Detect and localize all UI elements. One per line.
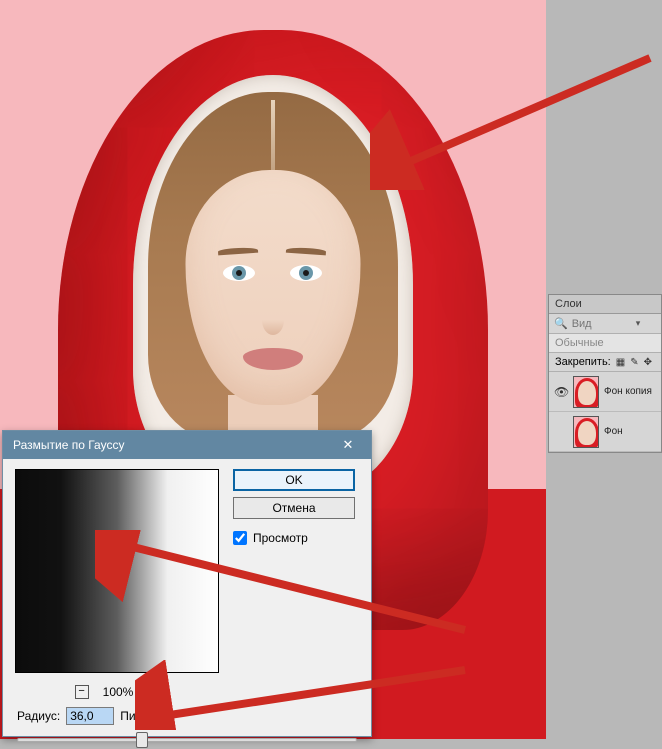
lock-brush-icon[interactable]: ✎	[630, 357, 638, 368]
ok-button[interactable]: OK	[233, 469, 355, 491]
image-nose	[262, 305, 284, 335]
search-icon: 🔍	[554, 317, 568, 330]
preview-checkbox-row[interactable]: Просмотр	[233, 531, 355, 545]
gaussian-blur-dialog: Размытие по Гауссу ✕ OK Отмена Просмотр …	[2, 430, 372, 737]
layer-row-fon-kopiya[interactable]: 👁 Фон копия	[549, 372, 661, 412]
image-eye-left	[223, 265, 255, 281]
layer-thumbnail[interactable]	[573, 376, 599, 408]
radius-slider[interactable]	[17, 731, 357, 749]
layer-name-label: Фон копия	[604, 386, 652, 397]
radius-input[interactable]	[66, 707, 114, 725]
blur-preview[interactable]	[15, 469, 219, 673]
layers-filter-input[interactable]	[572, 318, 632, 330]
dialog-titlebar[interactable]: Размытие по Гауссу ✕	[3, 431, 371, 459]
zoom-in-button[interactable]: +	[147, 685, 161, 699]
layer-name-label: Фон	[604, 426, 623, 437]
layer-thumbnail[interactable]	[573, 416, 599, 448]
lock-label: Закрепить:	[555, 356, 611, 368]
slider-thumb[interactable]	[136, 732, 148, 748]
layer-row-fon[interactable]: Фон	[549, 412, 661, 452]
preview-checkbox-label: Просмотр	[253, 531, 308, 545]
visibility-icon[interactable]: 👁	[554, 385, 568, 399]
radius-unit: Пикселы	[120, 709, 169, 723]
preview-checkbox[interactable]	[233, 531, 247, 545]
dialog-close-button[interactable]: ✕	[327, 433, 369, 457]
radius-label: Радиус:	[17, 709, 60, 723]
plus-icon: +	[151, 685, 157, 697]
cancel-button[interactable]: Отмена	[233, 497, 355, 519]
layers-filter-row: 🔍 ▾	[549, 314, 661, 334]
lock-row: Закрепить: ▦ ✎ ✥	[549, 353, 661, 372]
lock-move-icon[interactable]: ✥	[644, 357, 652, 368]
zoom-percent: 100%	[103, 685, 134, 699]
close-icon: ✕	[343, 437, 354, 453]
image-eye-right	[290, 265, 322, 281]
lock-transparency-icon[interactable]: ▦	[616, 357, 625, 368]
minus-icon: −	[78, 685, 84, 697]
dialog-title: Размытие по Гауссу	[13, 438, 124, 452]
chevron-down-icon: ▾	[636, 318, 641, 329]
layers-panel-tab[interactable]: Слои	[549, 295, 661, 314]
layers-panel: Слои 🔍 ▾ Обычные Закрепить: ▦ ✎ ✥ 👁 Фон …	[548, 294, 662, 453]
blend-mode-select[interactable]: Обычные	[549, 334, 661, 353]
zoom-out-button[interactable]: −	[75, 685, 89, 699]
